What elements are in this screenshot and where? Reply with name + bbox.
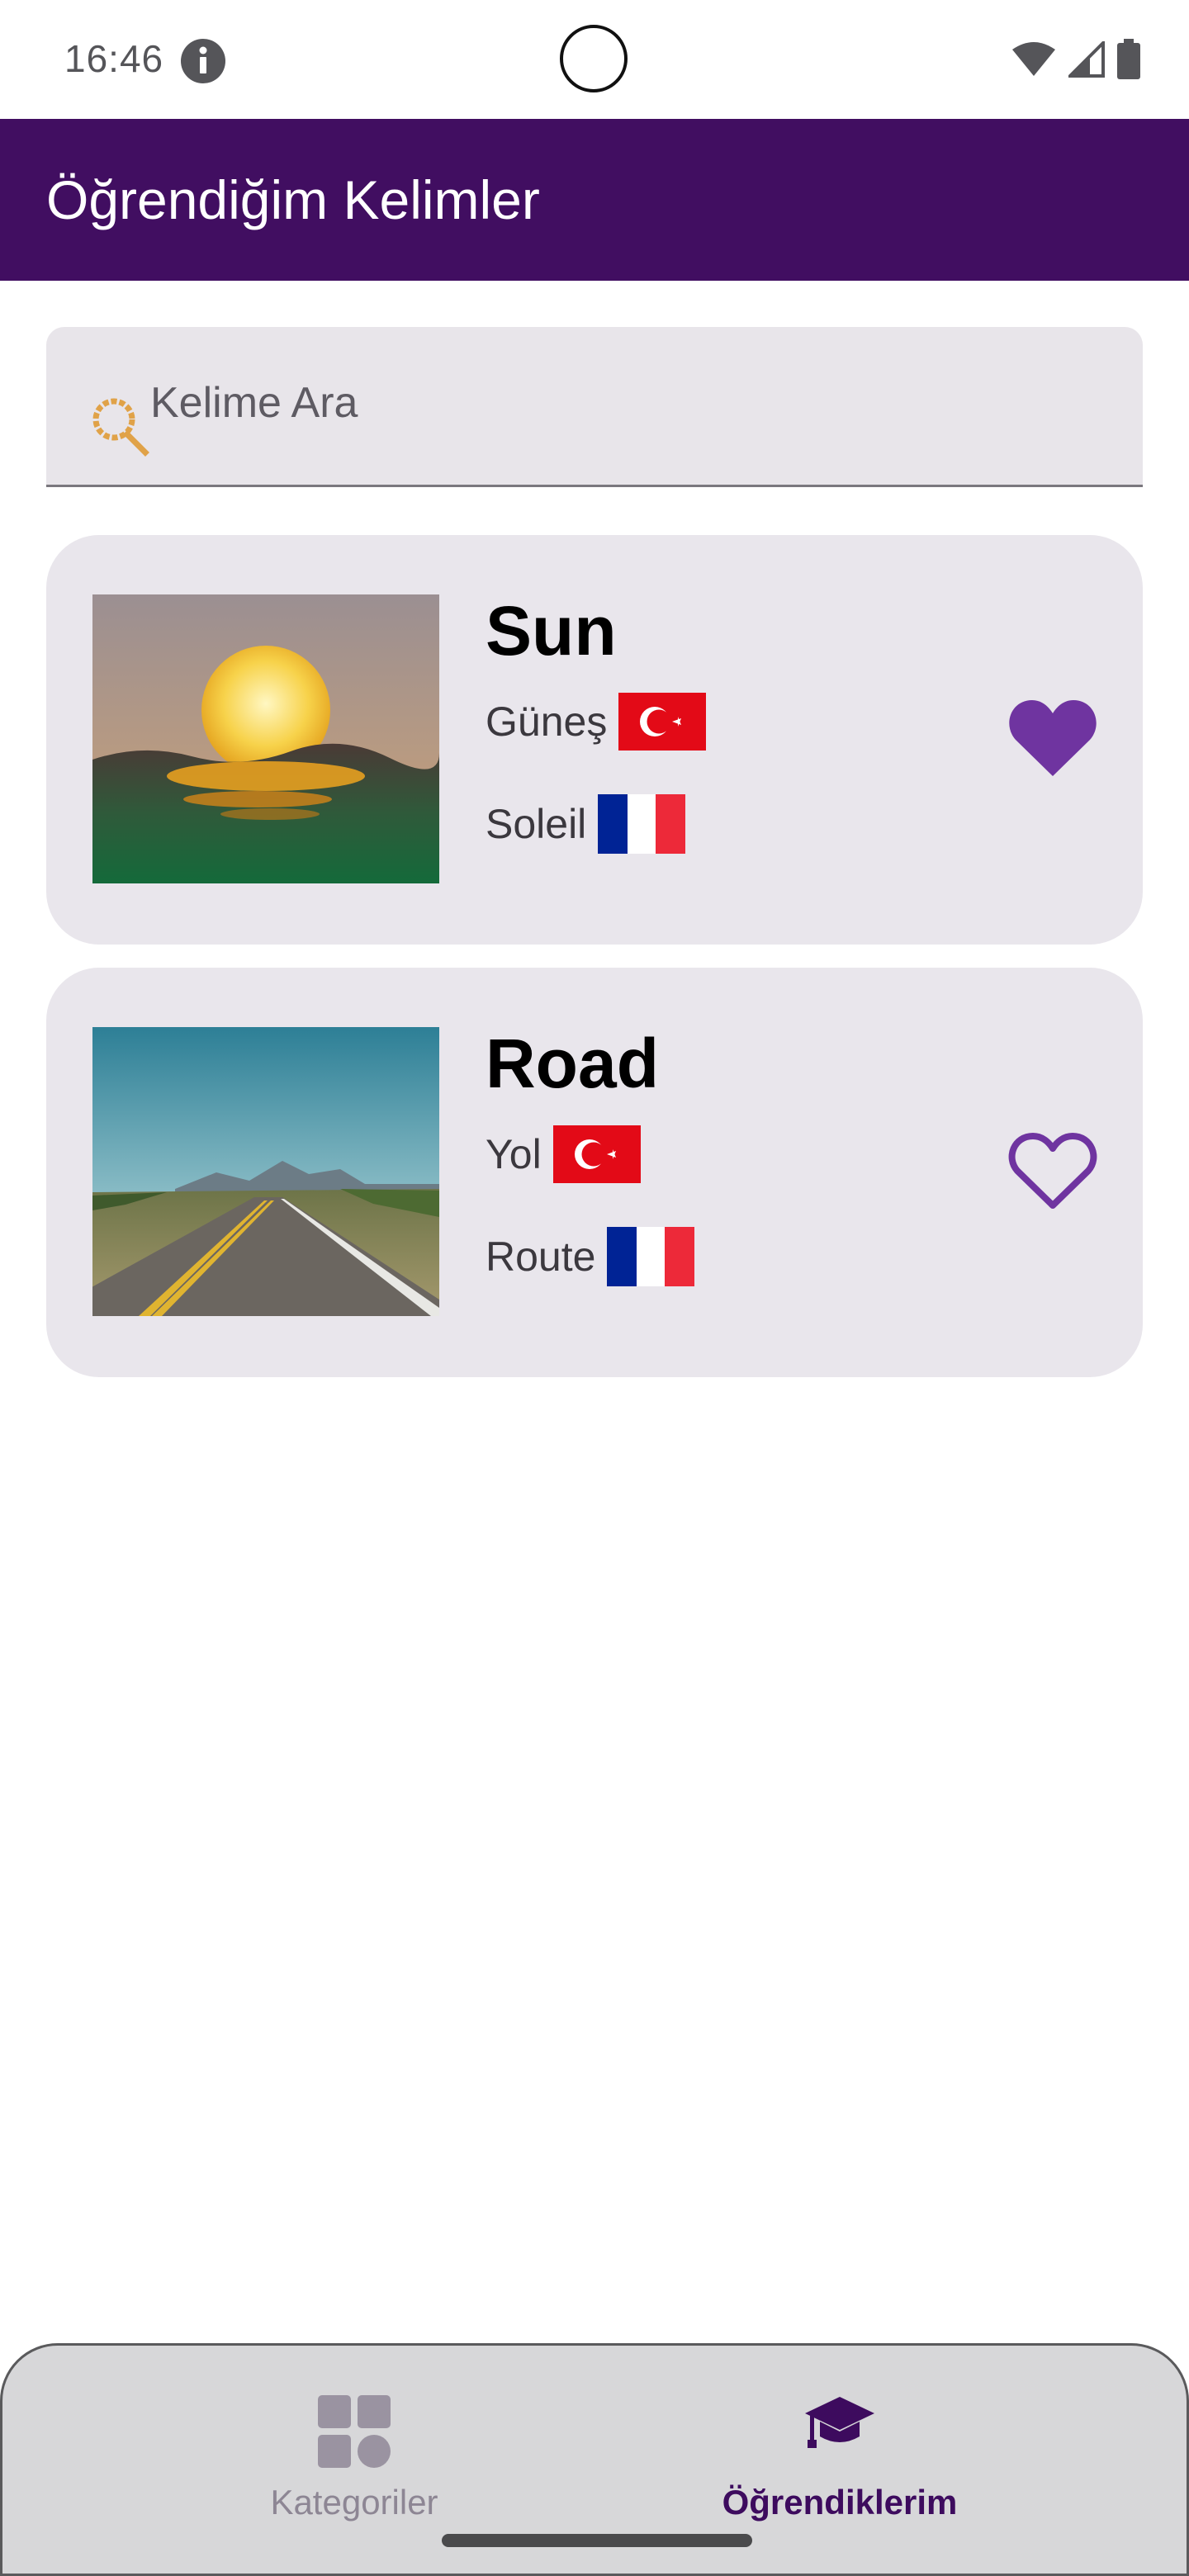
word-card-sun[interactable]: Sun Güneş Soleil [46, 535, 1143, 945]
nav-item-label: Öğrendiklerim [722, 2483, 958, 2522]
turkish-word: Güneş [486, 698, 608, 745]
nav-item-label: Kategoriler [270, 2483, 438, 2522]
turkish-translation: Yol [486, 1125, 641, 1184]
word-title: Sun [486, 592, 617, 670]
french-word: Soleil [486, 801, 587, 847]
status-time: 16:46 [64, 37, 164, 80]
home-indicator[interactable] [442, 2534, 752, 2547]
search-input[interactable]: Kelime Ara [46, 327, 1143, 487]
page-title: Öğrendiğim Kelimler [46, 169, 540, 230]
camera-cutout [560, 25, 628, 92]
search-icon [89, 395, 152, 457]
bottom-navigation: Kategoriler Öğrendiklerim [0, 2343, 1189, 2576]
road-image [92, 1027, 439, 1316]
french-translation: Soleil [486, 794, 686, 854]
info-icon [180, 38, 226, 84]
word-title: Road [486, 1025, 659, 1102]
graduation-cap-icon [805, 2395, 874, 2457]
wifi-icon [1011, 41, 1057, 82]
cell-signal-icon [1066, 38, 1105, 82]
france-flag-icon [598, 794, 686, 854]
turkish-translation: Güneş [486, 692, 707, 751]
status-bar: 16:46 [0, 0, 1189, 119]
status-icons [1011, 38, 1141, 84]
france-flag-icon [607, 1227, 695, 1286]
heart-outline-icon [1007, 1133, 1098, 1215]
battery-icon [1116, 38, 1141, 84]
app-bar: Öğrendiğim Kelimler [0, 119, 1189, 281]
french-word: Route [486, 1234, 596, 1280]
word-card-road[interactable]: Road Yol Route [46, 968, 1143, 1377]
turkey-flag-icon [618, 693, 707, 751]
french-translation: Route [486, 1227, 695, 1286]
nav-item-ogrendiklerim[interactable]: Öğrendiklerim [650, 2370, 1030, 2527]
search-placeholder: Kelime Ara [150, 379, 358, 427]
favorite-button[interactable] [1007, 1129, 1106, 1220]
grid-icon [318, 2395, 391, 2472]
heart-filled-icon [1007, 700, 1098, 783]
nav-item-kategoriler[interactable]: Kategoriler [164, 2370, 544, 2527]
turkey-flag-icon [552, 1125, 641, 1183]
favorite-button[interactable] [1007, 697, 1106, 788]
sun-image [92, 594, 439, 883]
turkish-word: Yol [486, 1131, 542, 1177]
